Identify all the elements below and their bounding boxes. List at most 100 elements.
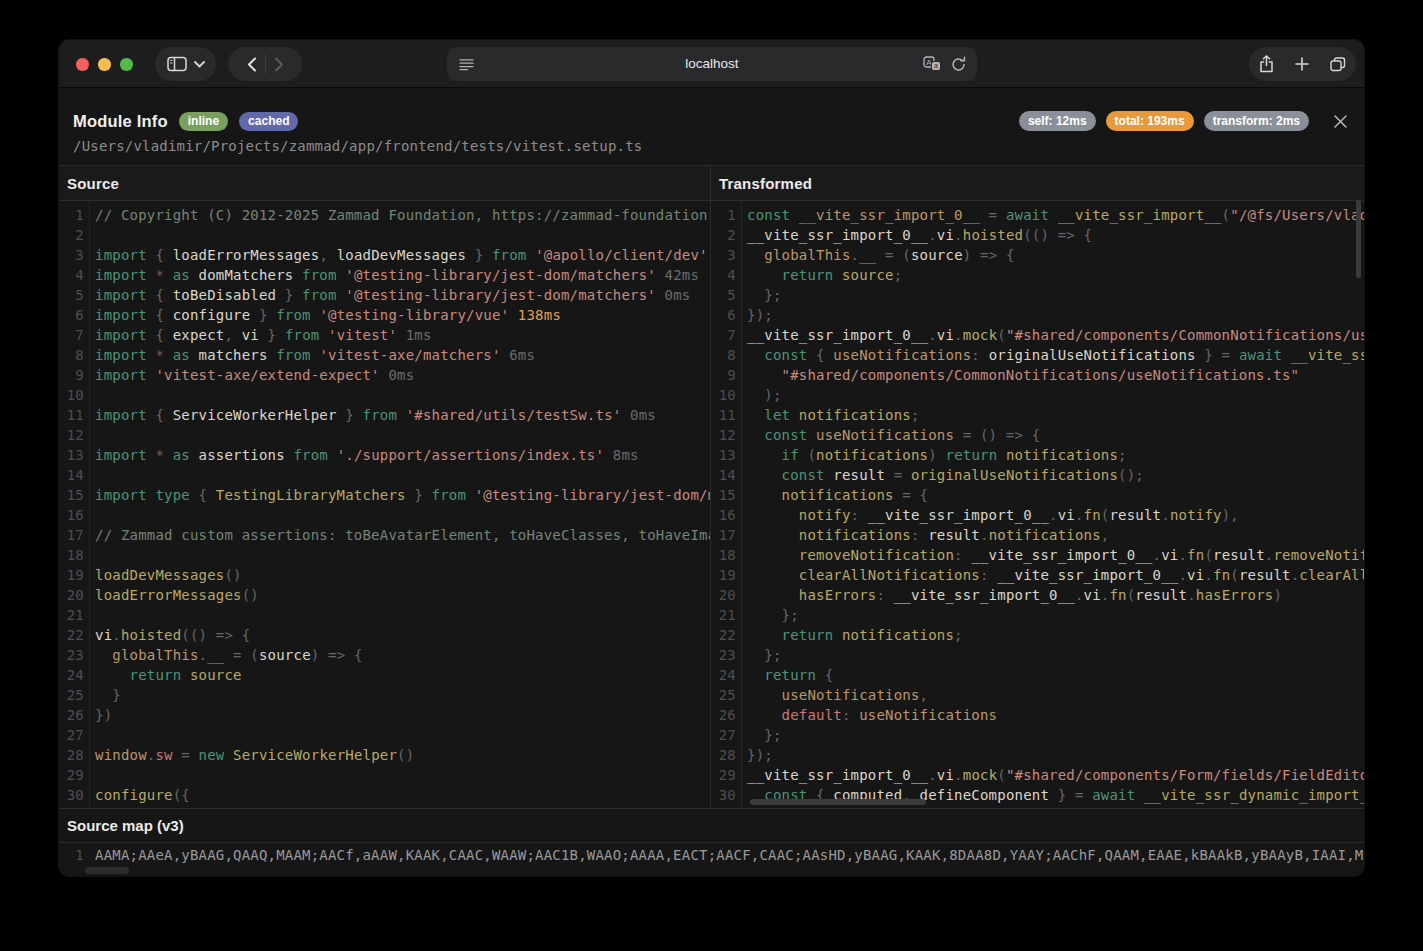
code-line: 24 return source	[59, 665, 710, 685]
code-line: 17// Zammad custom assertions: toBeAvata…	[59, 525, 710, 545]
code-line: 23 globalThis.__ = (source) => {	[59, 645, 710, 665]
line-number: 11	[711, 405, 741, 425]
line-number: 23	[59, 645, 89, 665]
line-number: 28	[711, 745, 741, 765]
sourcemap-horizontal-scrollbar[interactable]	[85, 867, 129, 874]
line-number: 30	[59, 785, 89, 805]
code-text	[89, 605, 95, 625]
line-number: 25	[59, 685, 89, 705]
code-text: clearAllNotifications: __vite_ssr_import…	[741, 565, 1364, 585]
translate-icon[interactable]: Aa	[923, 56, 942, 72]
code-line: 25 }	[59, 685, 710, 705]
code-text: return notifications;	[741, 625, 963, 645]
line-number: 10	[711, 385, 741, 405]
line-number: 20	[59, 585, 89, 605]
share-icon[interactable]	[1259, 55, 1274, 73]
line-number: 17	[711, 525, 741, 545]
code-text: const __vite_ssr_import_0__ = await __vi…	[741, 205, 1364, 225]
code-line: 4import * as domMatchers from '@testing-…	[59, 265, 710, 285]
code-text: window.sw = new ServiceWorkerHelper()	[89, 745, 414, 765]
code-line: 22 return notifications;	[711, 625, 1364, 645]
code-line: 23 };	[711, 645, 1364, 665]
new-tab-icon[interactable]	[1295, 57, 1309, 71]
code-text: notifications = {	[741, 485, 928, 505]
line-number: 20	[711, 585, 741, 605]
line-number: 2	[59, 225, 89, 245]
line-number: 24	[711, 665, 741, 685]
code-line: 12 const useNotifications = () => {	[711, 425, 1364, 445]
line-number: 6	[59, 305, 89, 325]
code-text: loadDevMessages()	[89, 565, 242, 585]
url-text: localhost	[507, 47, 917, 81]
code-line: 24 return {	[711, 665, 1364, 685]
code-line: 10	[59, 385, 710, 405]
code-line: 13 if (notifications) return notificatio…	[711, 445, 1364, 465]
code-line: 8import * as matchers from 'vitest-axe/m…	[59, 345, 710, 365]
code-line: 12	[59, 425, 710, 445]
code-text: import * as assertions from './support/a…	[89, 445, 639, 465]
code-text: };	[741, 645, 782, 665]
code-line: 4 return source;	[711, 265, 1364, 285]
reload-icon[interactable]	[951, 56, 966, 72]
tab-overview-icon[interactable]	[1330, 57, 1346, 72]
code-text: globalThis.__ = (source) => {	[89, 645, 363, 665]
code-line: 14 const result = originalUseNotificatio…	[711, 465, 1364, 485]
code-text: notify: __vite_ssr_import_0__.vi.fn(resu…	[741, 505, 1239, 525]
line-number: 7	[711, 325, 741, 345]
code-line: 28window.sw = new ServiceWorkerHelper()	[59, 745, 710, 765]
line-number: 2	[711, 225, 741, 245]
transformed-panel-title: Transformed	[711, 166, 1364, 201]
vertical-scrollbar[interactable]	[1356, 200, 1361, 278]
line-number: 14	[59, 465, 89, 485]
module-path: /Users/vladimir/Projects/zammad/app/fron…	[73, 138, 1348, 154]
code-text	[89, 765, 95, 785]
line-number: 7	[59, 325, 89, 345]
code-text: // Copyright (C) 2012-2025 Zammad Founda…	[89, 205, 710, 225]
code-text	[89, 545, 95, 565]
back-button[interactable]	[247, 57, 257, 72]
code-text: return source;	[741, 265, 902, 285]
transformed-code[interactable]: 1const __vite_ssr_import_0__ = await __v…	[711, 201, 1364, 808]
close-window-button[interactable]	[76, 58, 89, 71]
line-number: 12	[711, 425, 741, 445]
code-line: 10 );	[711, 385, 1364, 405]
code-line: 9 "#shared/components/CommonNotification…	[711, 365, 1364, 385]
forward-button[interactable]	[274, 57, 284, 72]
transformed-panel: Transformed 1const __vite_ssr_import_0__…	[711, 166, 1364, 808]
transformed-horizontal-scrollbar[interactable]	[750, 799, 926, 805]
code-line: 1// Copyright (C) 2012-2025 Zammad Found…	[59, 205, 710, 225]
line-number: 19	[711, 565, 741, 585]
address-bar[interactable]: localhost Aa	[447, 47, 977, 81]
zoom-window-button[interactable]	[120, 58, 133, 71]
line-number: 12	[59, 425, 89, 445]
code-line: 20 hasErrors: __vite_ssr_import_0__.vi.f…	[711, 585, 1364, 605]
metric-transform: transform: 2ms	[1204, 111, 1309, 131]
line-number: 3	[711, 245, 741, 265]
code-line: 27 };	[711, 725, 1364, 745]
code-line: 13import * as assertions from './support…	[59, 445, 710, 465]
code-text: };	[741, 285, 782, 305]
page-menu-icon[interactable]	[459, 58, 474, 71]
line-number: 10	[59, 385, 89, 405]
line-number: 29	[711, 765, 741, 785]
line-number: 23	[711, 645, 741, 665]
sidebar-toggle-button[interactable]	[155, 47, 216, 81]
source-code[interactable]: 1// Copyright (C) 2012-2025 Zammad Found…	[59, 201, 710, 808]
code-text: };	[741, 605, 799, 625]
traffic-lights[interactable]	[76, 58, 133, 71]
svg-text:a: a	[934, 62, 938, 69]
code-line: 22vi.hoisted(() => {	[59, 625, 710, 645]
sidebar-icon	[167, 56, 187, 72]
code-text: let notifications;	[741, 405, 920, 425]
code-line: 2__vite_ssr_import_0__.vi.hoisted(() => …	[711, 225, 1364, 245]
browser-toolbar: localhost Aa	[59, 40, 1364, 88]
badge-inline: inline	[179, 112, 228, 131]
code-text: configure({	[89, 785, 190, 805]
code-text: // Zammad custom assertions: toBeAvatarE…	[89, 525, 710, 545]
source-map-text: AAMA;AAeA,yBAAG,QAAQ,MAAM;AACf,aAAW,KAAK…	[89, 845, 1364, 865]
line-number: 1	[711, 205, 741, 225]
minimize-window-button[interactable]	[98, 58, 111, 71]
code-line: 11import { ServiceWorkerHelper } from '#…	[59, 405, 710, 425]
code-line: 6});	[711, 305, 1364, 325]
close-icon[interactable]	[1333, 114, 1348, 129]
